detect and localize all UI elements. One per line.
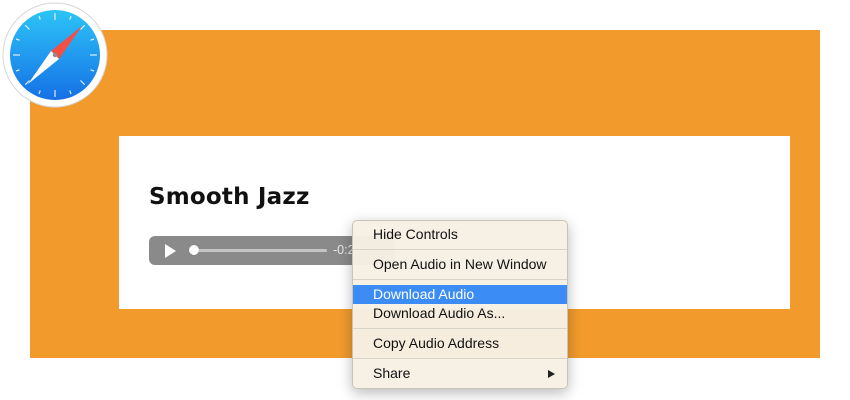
menu-item-hide-controls[interactable]: Hide Controls	[353, 225, 567, 244]
menu-item-download-audio[interactable]: Download Audio	[353, 285, 567, 304]
menu-item-copy-audio-address[interactable]: Copy Audio Address	[353, 334, 567, 353]
menu-item-open-audio-new-window[interactable]: Open Audio in New Window	[353, 255, 567, 274]
play-icon[interactable]	[165, 244, 176, 258]
menu-item-download-audio-as[interactable]: Download Audio As...	[353, 304, 567, 323]
menu-separator	[353, 279, 567, 280]
scrubber-handle[interactable]	[189, 245, 199, 255]
menu-separator	[353, 249, 567, 250]
audio-scrubber[interactable]	[193, 249, 327, 252]
submenu-arrow-icon	[548, 370, 555, 378]
page-title: Smooth Jazz	[149, 184, 310, 210]
menu-item-share[interactable]: Share	[353, 364, 567, 383]
menu-separator	[353, 358, 567, 359]
safari-compass-icon	[2, 2, 108, 108]
page: Smooth Jazz -0:20 Hide Controls Open Aud…	[0, 0, 850, 400]
menu-separator	[353, 328, 567, 329]
context-menu: Hide Controls Open Audio in New Window D…	[352, 220, 568, 389]
menu-item-share-label: Share	[373, 365, 411, 381]
